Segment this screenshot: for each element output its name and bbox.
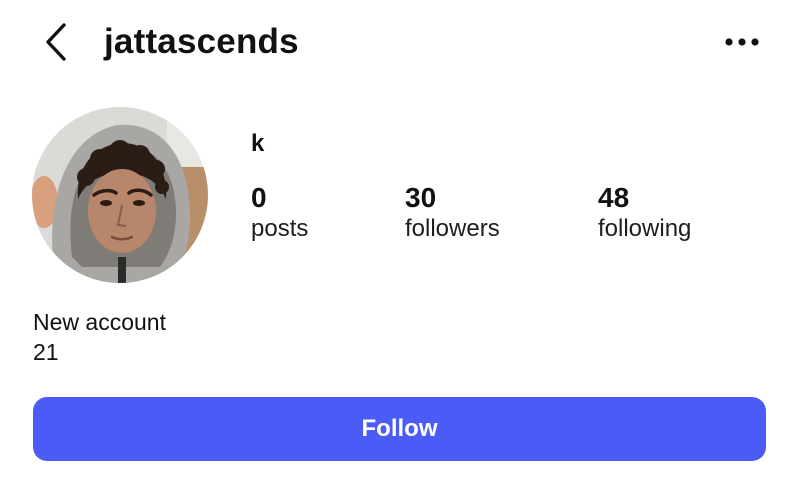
profile-photo: [32, 107, 208, 283]
stat-following-label: following: [598, 215, 692, 242]
stat-posts-count: 0: [251, 182, 267, 213]
stat-following-count: 48: [598, 182, 630, 213]
stat-posts[interactable]: 0 posts: [251, 182, 308, 244]
stat-followers-label: followers: [405, 215, 500, 242]
bio-line: 21: [33, 339, 59, 365]
chevron-left-icon: [46, 23, 66, 61]
bio-line: New account: [33, 309, 166, 335]
avatar[interactable]: [32, 107, 208, 283]
profile-header: jattascends: [0, 0, 799, 84]
stat-followers[interactable]: 30 followers: [405, 182, 500, 244]
more-options-button[interactable]: [718, 26, 766, 58]
back-button[interactable]: [38, 20, 74, 64]
stat-posts-label: posts: [251, 215, 309, 242]
profile-username: jattascends: [104, 22, 299, 61]
follow-button[interactable]: Follow: [33, 397, 766, 461]
more-horizontal-icon: [725, 38, 759, 46]
profile-display-name: k: [251, 130, 265, 157]
stat-following[interactable]: 48 following: [598, 182, 691, 244]
stat-followers-count: 30: [405, 182, 437, 213]
profile-bio: New account 21: [33, 307, 166, 367]
